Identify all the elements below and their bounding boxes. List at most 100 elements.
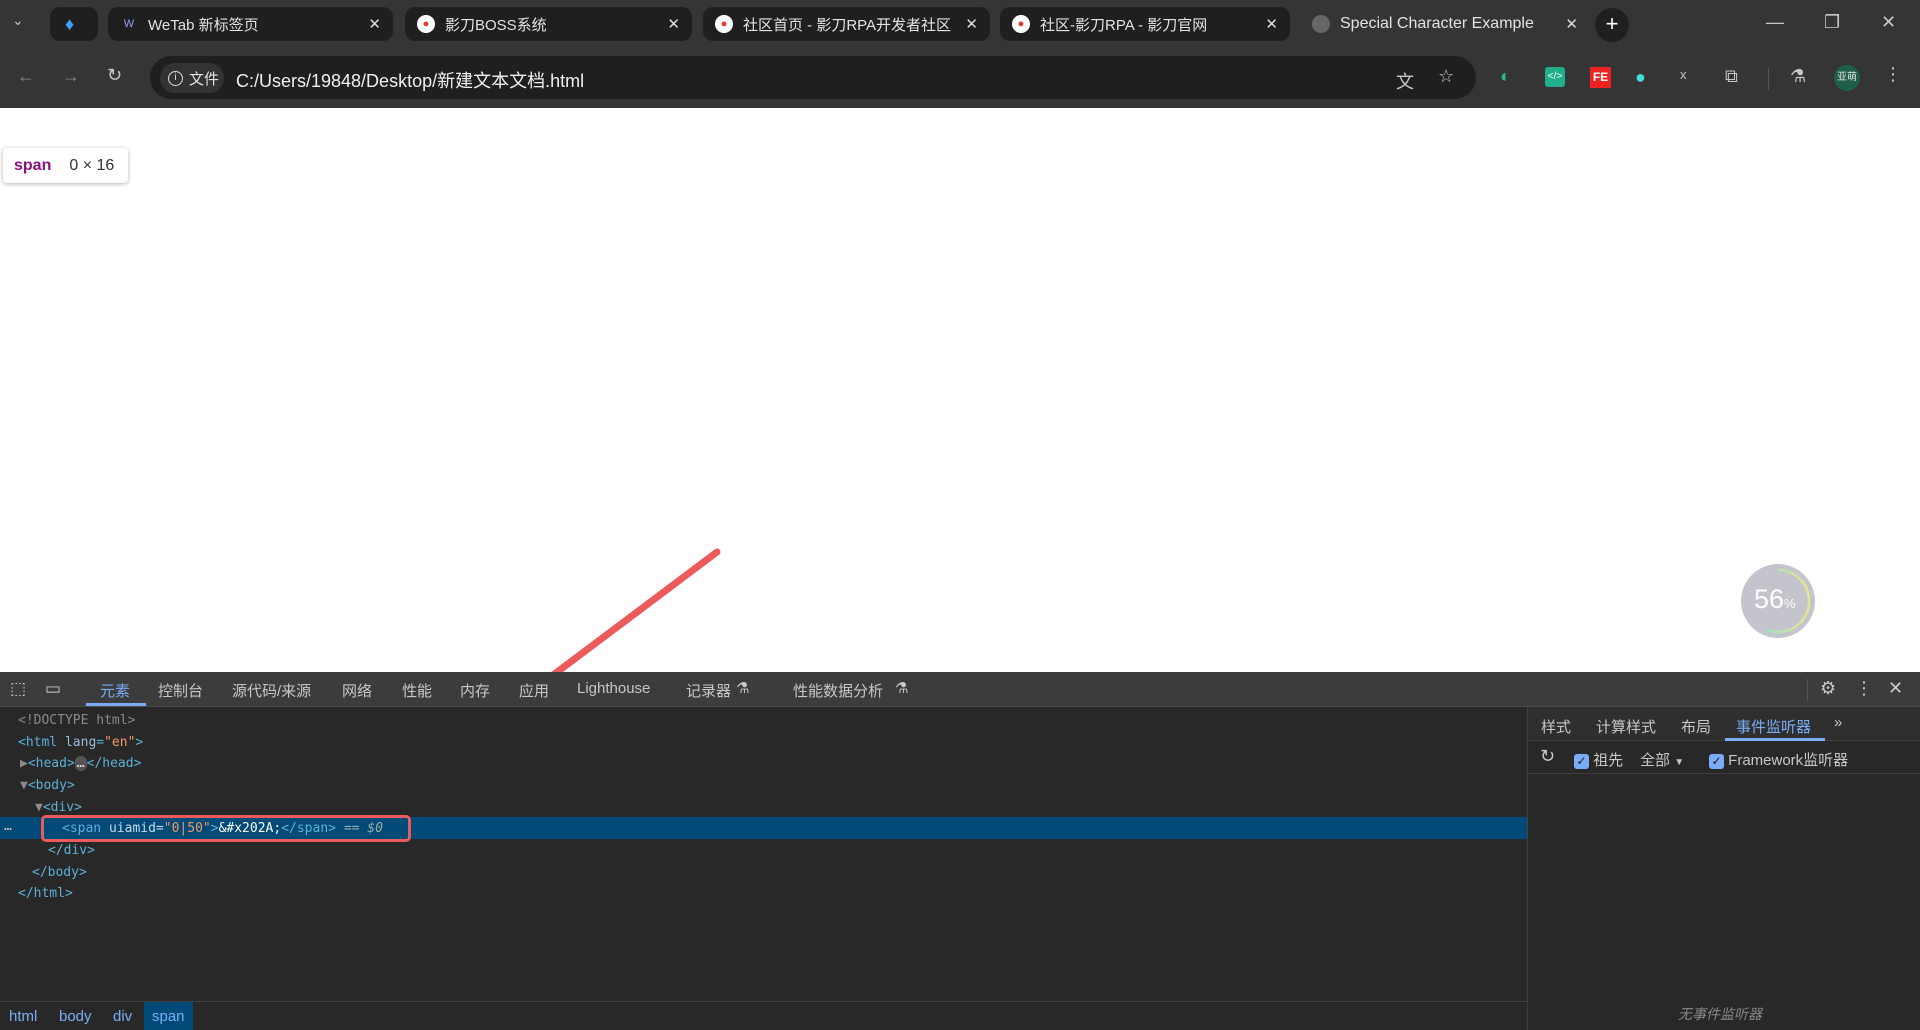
site-info-chip[interactable]: i 文件 bbox=[160, 63, 224, 93]
yingdao-icon: ● bbox=[1012, 15, 1030, 33]
dom-div[interactable]: ▼<div> bbox=[35, 800, 82, 815]
tab-wetab[interactable]: W WeTab 新标签页 ✕ bbox=[108, 7, 393, 41]
collapse-triangle-icon: ▼ bbox=[20, 778, 28, 793]
close-tab-icon[interactable]: ✕ bbox=[368, 15, 381, 33]
expand-triangle-icon: ▶ bbox=[20, 756, 28, 771]
labs-flask-icon[interactable]: ⚗ bbox=[1790, 66, 1806, 87]
divider bbox=[1807, 679, 1808, 701]
tab-recorder[interactable]: 记录器 bbox=[686, 680, 731, 701]
tooltip-tag: span bbox=[14, 156, 52, 174]
progress-widget[interactable]: 56% bbox=[1741, 564, 1815, 638]
page-viewport bbox=[0, 108, 1920, 672]
tab-title: 影刀BOSS系统 bbox=[445, 16, 547, 34]
wetab-icon: W bbox=[123, 18, 135, 30]
close-tab-icon[interactable]: ✕ bbox=[965, 15, 978, 33]
inspect-element-icon[interactable]: ⬚ bbox=[10, 679, 26, 699]
new-tab-button[interactable]: + bbox=[1595, 8, 1629, 42]
extension-code-icon[interactable]: </> bbox=[1545, 67, 1565, 87]
dom-doctype[interactable]: <!DOCTYPE html> bbox=[18, 713, 135, 728]
flask-icon: ⚗ bbox=[895, 680, 909, 697]
tab-memory[interactable]: 内存 bbox=[460, 680, 490, 701]
node-actions-icon[interactable]: … bbox=[4, 819, 12, 834]
tab-layout[interactable]: 布局 bbox=[1681, 716, 1711, 737]
globe-icon bbox=[1312, 15, 1330, 33]
reload-icon[interactable]: ↻ bbox=[107, 65, 122, 86]
tab-computed[interactable]: 计算样式 bbox=[1596, 716, 1656, 737]
tab-search-chevron-icon[interactable]: ⌄ bbox=[12, 12, 24, 29]
more-tabs-chevron-icon[interactable]: » bbox=[1834, 714, 1842, 731]
dom-div-close[interactable]: </div> bbox=[48, 843, 95, 858]
listener-toolbar: ↻ ✓ 祖先 全部 ▼ ✓ Framework监听器 bbox=[1528, 741, 1920, 774]
extension-refresh-icon[interactable]: ◐ bbox=[1500, 66, 1511, 87]
restore-icon[interactable]: ❐ bbox=[1824, 12, 1840, 33]
tab-community[interactable]: ● 社区首页 - 影刀RPA开发者社区 ✕ bbox=[703, 7, 990, 41]
tab-title: 社区首页 - 影刀RPA开发者社区 bbox=[743, 16, 952, 34]
profile-avatar[interactable]: 亚萌 bbox=[1834, 65, 1860, 91]
tab-application[interactable]: 应用 bbox=[519, 680, 549, 701]
tab-title: 社区-影刀RPA - 影刀官网 bbox=[1040, 16, 1208, 34]
settings-gear-icon[interactable]: ⚙ bbox=[1820, 678, 1836, 699]
tooltip-size: 0 × 16 bbox=[69, 156, 115, 174]
extension-fe-icon[interactable]: FE bbox=[1590, 67, 1611, 88]
tab-console[interactable]: 控制台 bbox=[158, 680, 203, 701]
more-options-icon[interactable]: ⋮ bbox=[1855, 678, 1873, 699]
device-toolbar-icon[interactable]: ▭ bbox=[45, 679, 61, 699]
extension-bubble-icon[interactable]: ● bbox=[1635, 67, 1646, 88]
close-tab-icon[interactable]: ✕ bbox=[667, 15, 680, 33]
pinned-tab[interactable]: ♦ bbox=[50, 7, 98, 41]
tab-title: Special Character Example bbox=[1340, 15, 1534, 32]
breadcrumb-html[interactable]: html bbox=[9, 1008, 37, 1025]
forward-icon[interactable]: → bbox=[62, 66, 80, 87]
checkbox-checked-icon: ✓ bbox=[1709, 753, 1724, 769]
yingdao-icon: ● bbox=[715, 15, 733, 33]
tab-network[interactable]: 网络 bbox=[342, 680, 372, 701]
breadcrumb-body[interactable]: body bbox=[59, 1008, 92, 1025]
tab-styles[interactable]: 样式 bbox=[1541, 716, 1571, 737]
sidebar-tabs: 样式 计算样式 布局 事件监听器 » bbox=[1528, 707, 1920, 741]
extension-x-icon[interactable]: x bbox=[1680, 67, 1687, 82]
url-text[interactable]: C:/Users/19848/Desktop/新建文本文档.html bbox=[236, 67, 584, 93]
dom-html[interactable]: <html lang="en"> bbox=[18, 735, 143, 750]
tab-sources[interactable]: 源代码/来源 bbox=[232, 680, 311, 701]
filter-select[interactable]: 全部 ▼ bbox=[1640, 749, 1684, 770]
close-devtools-icon[interactable]: ✕ bbox=[1888, 678, 1903, 699]
framework-checkbox[interactable]: ✓ Framework监听器 bbox=[1709, 749, 1848, 770]
dom-body-close[interactable]: </body> bbox=[32, 865, 87, 880]
collapse-triangle-icon: ▼ bbox=[35, 800, 43, 815]
tab-special-character[interactable]: Special Character Example ✕ bbox=[1300, 7, 1590, 41]
breadcrumb: html body div span bbox=[0, 1001, 1527, 1030]
tab-lighthouse[interactable]: Lighthouse bbox=[577, 680, 650, 697]
empty-listeners-text: 无事件监听器 bbox=[1678, 1006, 1762, 1022]
checkbox-checked-icon: ✓ bbox=[1574, 753, 1589, 769]
ancestors-checkbox[interactable]: ✓ 祖先 bbox=[1574, 749, 1623, 770]
tab-event-listeners[interactable]: 事件监听器 bbox=[1736, 716, 1811, 737]
close-window-icon[interactable]: ✕ bbox=[1881, 12, 1896, 33]
tab-official[interactable]: ● 社区-影刀RPA - 影刀官网 ✕ bbox=[1000, 7, 1290, 41]
dom-html-close[interactable]: </html> bbox=[18, 886, 73, 901]
tab-performance[interactable]: 性能 bbox=[402, 680, 432, 701]
tab-boss[interactable]: ● 影刀BOSS系统 ✕ bbox=[405, 7, 692, 41]
inspector-tooltip: span 0 × 16 bbox=[3, 148, 128, 183]
refresh-icon[interactable]: ↻ bbox=[1540, 746, 1555, 767]
back-icon[interactable]: ← bbox=[17, 66, 35, 87]
tab-elements[interactable]: 元素 bbox=[100, 680, 130, 701]
minimize-icon[interactable]: — bbox=[1766, 12, 1784, 33]
info-icon: i bbox=[168, 70, 183, 86]
active-tab-underline bbox=[86, 703, 146, 706]
breadcrumb-span[interactable]: span bbox=[144, 1002, 193, 1030]
dom-body[interactable]: ▼<body> bbox=[20, 778, 75, 793]
yingdao-icon: ● bbox=[417, 15, 435, 33]
extensions-puzzle-icon[interactable]: ⧉ bbox=[1725, 66, 1738, 87]
close-tab-icon[interactable]: ✕ bbox=[1565, 15, 1578, 33]
menu-dots-icon[interactable]: ⋮ bbox=[1884, 64, 1902, 85]
chip-label: 文件 bbox=[189, 70, 220, 88]
flask-icon: ⚗ bbox=[736, 680, 750, 697]
close-tab-icon[interactable]: ✕ bbox=[1265, 15, 1278, 33]
tab-strip: ⌄ ♦ W WeTab 新标签页 ✕ ● 影刀BOSS系统 ✕ ● 社区首页 - 影刀RP… bbox=[0, 0, 1920, 50]
devtools-tab-bar: ⬚ ▭ 元素 控制台 源代码/来源 网络 性能 内存 应用 Lighthouse… bbox=[0, 672, 1920, 707]
breadcrumb-div[interactable]: div bbox=[113, 1008, 132, 1025]
dom-head[interactable]: ▶<head>… </head> bbox=[20, 756, 141, 771]
tab-performance-insights[interactable]: 性能数据分析 bbox=[793, 680, 883, 701]
translate-icon[interactable]: ⽂ bbox=[1396, 68, 1414, 94]
bookmark-star-icon[interactable]: ☆ bbox=[1438, 66, 1454, 87]
